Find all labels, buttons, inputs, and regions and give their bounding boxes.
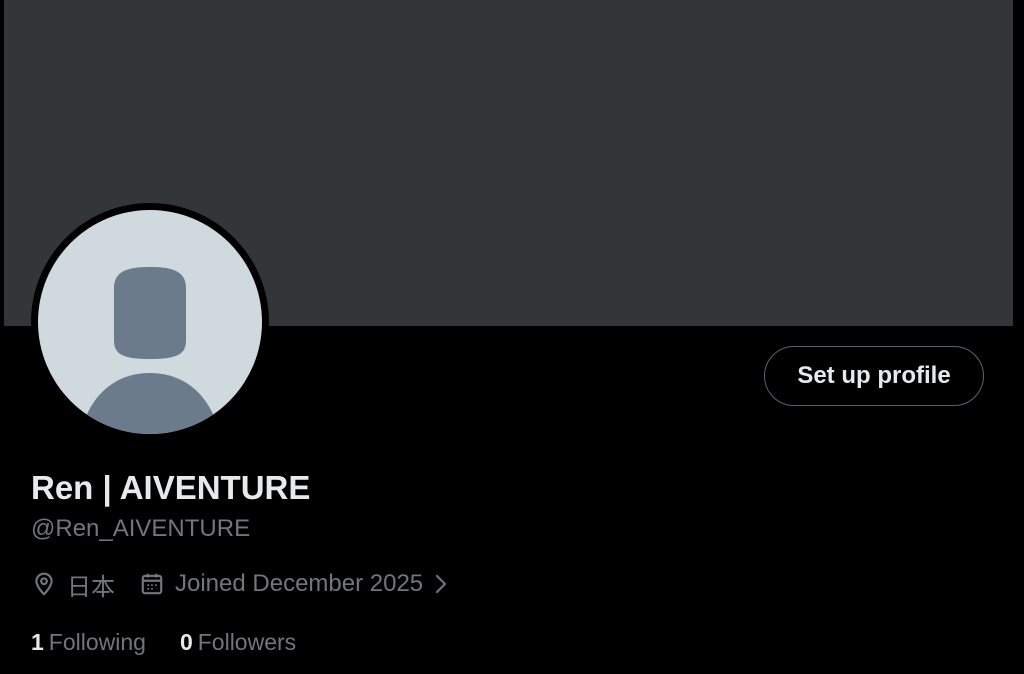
following-label: Following bbox=[48, 628, 146, 655]
following-link[interactable]: 1 Following bbox=[31, 629, 146, 656]
joined-item[interactable]: Joined December 2025 bbox=[139, 570, 449, 598]
joined-date-text: Joined December 2025 bbox=[175, 570, 424, 597]
set-up-profile-button[interactable]: Set up profile bbox=[764, 346, 984, 406]
user-handle: @Ren_AIVENTURE bbox=[31, 515, 251, 542]
followers-label: Followers bbox=[197, 628, 297, 655]
display-name: Ren | AIVENTURE bbox=[31, 469, 311, 506]
right-edge bbox=[1013, 0, 1024, 674]
chevron-right-icon bbox=[436, 574, 447, 594]
location-pin-icon bbox=[35, 572, 53, 596]
followers-count: 0 bbox=[179, 628, 193, 655]
profile-page: Set up profile Ren | AIVENTURE @Ren_AIVE… bbox=[0, 0, 1024, 674]
location-item: 日本 bbox=[31, 567, 139, 602]
location-text: 日本 bbox=[67, 573, 115, 601]
profile-meta-row: 日本 Joined December 2025 bbox=[31, 566, 449, 602]
followers-link[interactable]: 0 Followers bbox=[180, 629, 296, 656]
calendar-icon bbox=[141, 573, 163, 595]
follow-stats: 1 Following 0 Followers bbox=[31, 626, 296, 658]
profile-avatar[interactable] bbox=[31, 203, 269, 441]
default-avatar-icon bbox=[38, 210, 262, 434]
following-count: 1 bbox=[31, 628, 44, 655]
